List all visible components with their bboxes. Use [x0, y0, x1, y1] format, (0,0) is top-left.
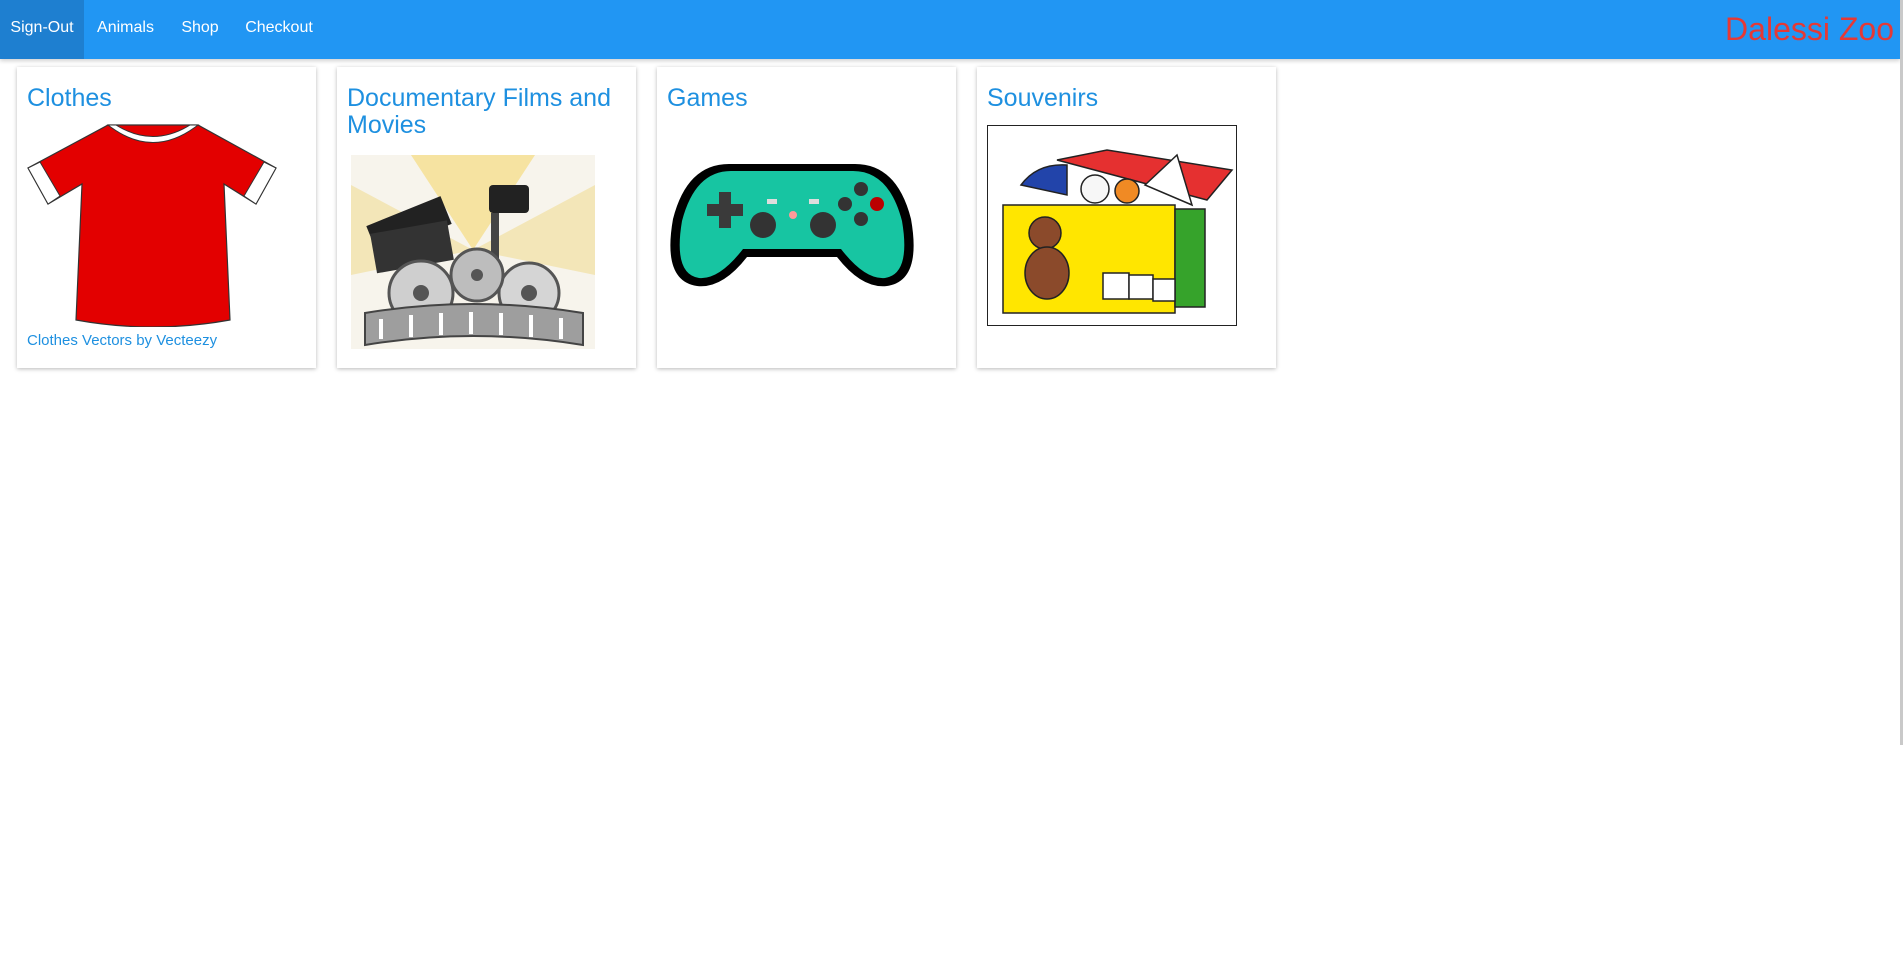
nav-checkout[interactable]: Checkout — [233, 0, 325, 59]
category-title-clothes[interactable]: Clothes — [27, 85, 307, 112]
nav-shop[interactable]: Shop — [167, 0, 233, 59]
category-title-souvenirs[interactable]: Souvenirs — [987, 85, 1267, 112]
tshirt-icon[interactable] — [26, 122, 278, 327]
vecteezy-credit-link[interactable]: Clothes Vectors by Vecteezy — [27, 332, 217, 349]
toy-box-icon[interactable] — [987, 125, 1237, 326]
nav-sign-out[interactable]: Sign-Out — [0, 0, 84, 59]
category-card-clothes[interactable]: Clothes Clothes Vectors by Vecteezy — [17, 67, 316, 368]
top-navbar: Sign-Out Animals Shop Checkout Dalessi Z… — [0, 0, 1900, 59]
brand-title[interactable]: Dalessi Zoo — [1725, 0, 1894, 59]
category-card-films[interactable]: Documentary Films and Movies — [337, 67, 636, 368]
category-card-games[interactable]: Games — [657, 67, 956, 368]
category-title-games[interactable]: Games — [667, 85, 947, 112]
category-title-films[interactable]: Documentary Films and Movies — [347, 85, 627, 139]
category-card-souvenirs[interactable]: Souvenirs — [977, 67, 1276, 368]
gamepad-icon[interactable] — [667, 159, 917, 289]
nav-animals[interactable]: Animals — [84, 0, 167, 59]
film-reel-icon[interactable] — [351, 155, 595, 349]
